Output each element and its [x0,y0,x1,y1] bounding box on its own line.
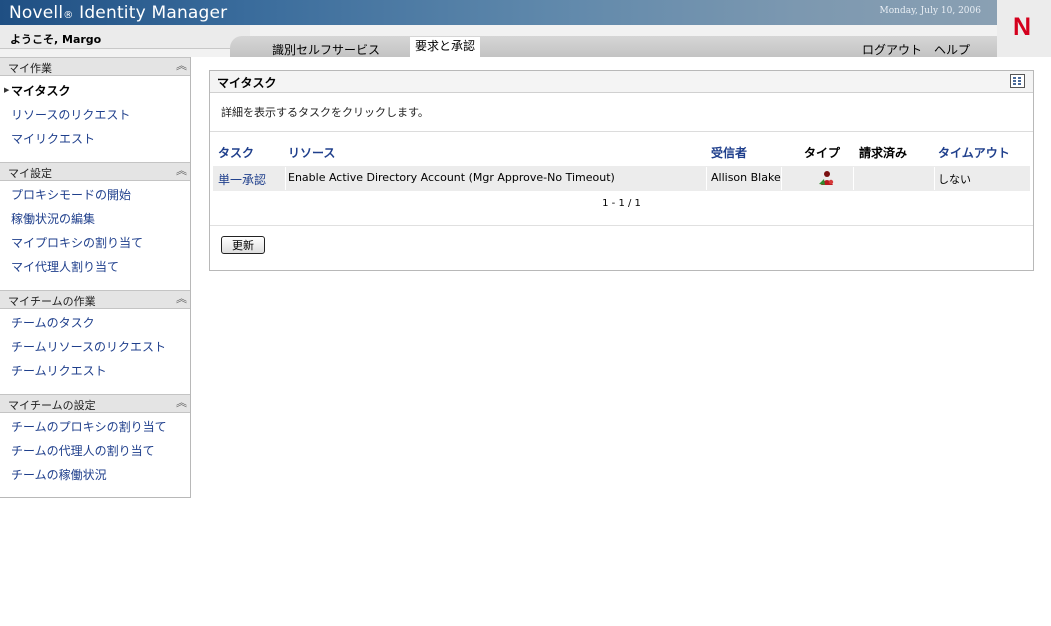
sidebar-item-my-requests[interactable]: マイリクエスト [11,130,95,147]
sidebar-item-team-availability[interactable]: チームの稼働状況 [11,466,107,483]
column-header-task[interactable]: タスク [218,144,254,161]
sidebar-item-my-proxy-assignments[interactable]: マイプロキシの割り当て [11,234,143,251]
sidebar: マイ作業 ︽ ▶ マイタスク リソースのリクエスト マイリクエスト マイ設定 ︽… [0,57,191,498]
sidebar-item-my-tasks[interactable]: マイタスク [11,82,71,99]
divider [210,225,1033,226]
sidebar-item-team-delegate-assignments[interactable]: チームの代理人の割り当て [11,442,155,459]
sidebar-section-my-settings: マイ設定 ︽ [0,162,190,181]
column-header-timeout[interactable]: タイムアウト [938,144,1010,161]
sidebar-item-team-requests[interactable]: チームリクエスト [11,362,107,379]
help-link[interactable]: ヘルプ [934,41,970,58]
column-header-claimed: 請求済み [859,146,908,160]
sidebar-item-my-delegate-assignments[interactable]: マイ代理人割り当て [11,258,119,275]
product-name: Identity Manager [73,3,228,23]
logout-link[interactable]: ログアウト [862,41,922,58]
sidebar-section-my-work: マイ作業 ︽ [0,57,190,76]
panel-header: マイタスク [210,71,1033,93]
sidebar-item-team-resource-requests[interactable]: チームリソースのリクエスト [11,338,166,355]
novell-logo: N [997,0,1051,57]
sidebar-section-title: マイ作業 [8,62,52,75]
sidebar-item-edit-availability[interactable]: 稼働状況の編集 [11,210,95,227]
date-label: Monday, July 10, 2006 [879,6,981,16]
sidebar-section-title: マイ設定 [8,167,52,180]
pagination-info: 1 - 1 / 1 [602,198,641,209]
registered-mark: ® [63,10,74,21]
resource-cell: Enable Active Directory Account (Mgr App… [288,171,615,184]
timeout-cell: しない [938,173,971,186]
my-tasks-panel: マイタスク 詳細を表示するタスクをクリックします。 タスク リソース 受信者 タ… [209,70,1034,271]
welcome-text: ようこそ, Margo [10,33,102,46]
collapse-icon[interactable]: ︽ [176,291,187,307]
task-link[interactable]: 単一承認 [218,171,266,188]
sidebar-item-start-proxy-mode[interactable]: プロキシモードの開始 [11,186,131,203]
sidebar-item-request-resource[interactable]: リソースのリクエスト [11,106,130,123]
brand-name: Novell [9,3,64,23]
active-bullet-icon: ▶ [4,86,10,94]
sidebar-section-team-settings: マイチームの設定 ︽ [0,394,190,413]
tab-requests-approvals[interactable]: 要求と承認 [410,37,480,57]
tab-identity-self-service[interactable]: 識別セルフサービス [272,41,380,58]
column-header-recipient[interactable]: 受信者 [711,144,747,161]
sidebar-section-title: マイチームの作業 [8,295,96,308]
column-divider [934,167,935,190]
collapse-icon[interactable]: ︽ [176,163,187,179]
sidebar-section-title: マイチームの設定 [8,399,96,412]
sidebar-section-team-work: マイチームの作業 ︽ [0,290,190,309]
collapse-icon[interactable]: ︽ [176,58,187,74]
header-banner: Novell® Identity Manager Monday, July 10… [0,0,997,25]
sidebar-item-team-proxy-assignments[interactable]: チームのプロキシの割り当て [11,418,167,435]
collapse-icon[interactable]: ︽ [176,395,187,411]
sidebar-item-team-tasks[interactable]: チームのタスク [11,314,95,331]
product-title: Novell® Identity Manager [9,3,227,23]
divider [210,131,1033,132]
column-header-resource[interactable]: リソース [288,144,335,161]
column-divider [706,167,707,190]
panel-title: マイタスク [217,76,277,90]
novell-logo-letter: N [1013,13,1032,41]
customize-columns-icon[interactable] [1010,74,1025,88]
column-header-type: タイプ [804,146,841,160]
recipient-cell: Allison Blake [711,171,781,184]
panel-description: 詳細を表示するタスクをクリックします。 [221,106,429,119]
welcome-bar: ようこそ, Margo [0,25,250,49]
column-divider [781,167,782,190]
column-divider [285,167,286,190]
column-divider [853,167,854,190]
refresh-button[interactable]: 更新 [221,236,265,254]
user-approval-icon [818,170,836,189]
